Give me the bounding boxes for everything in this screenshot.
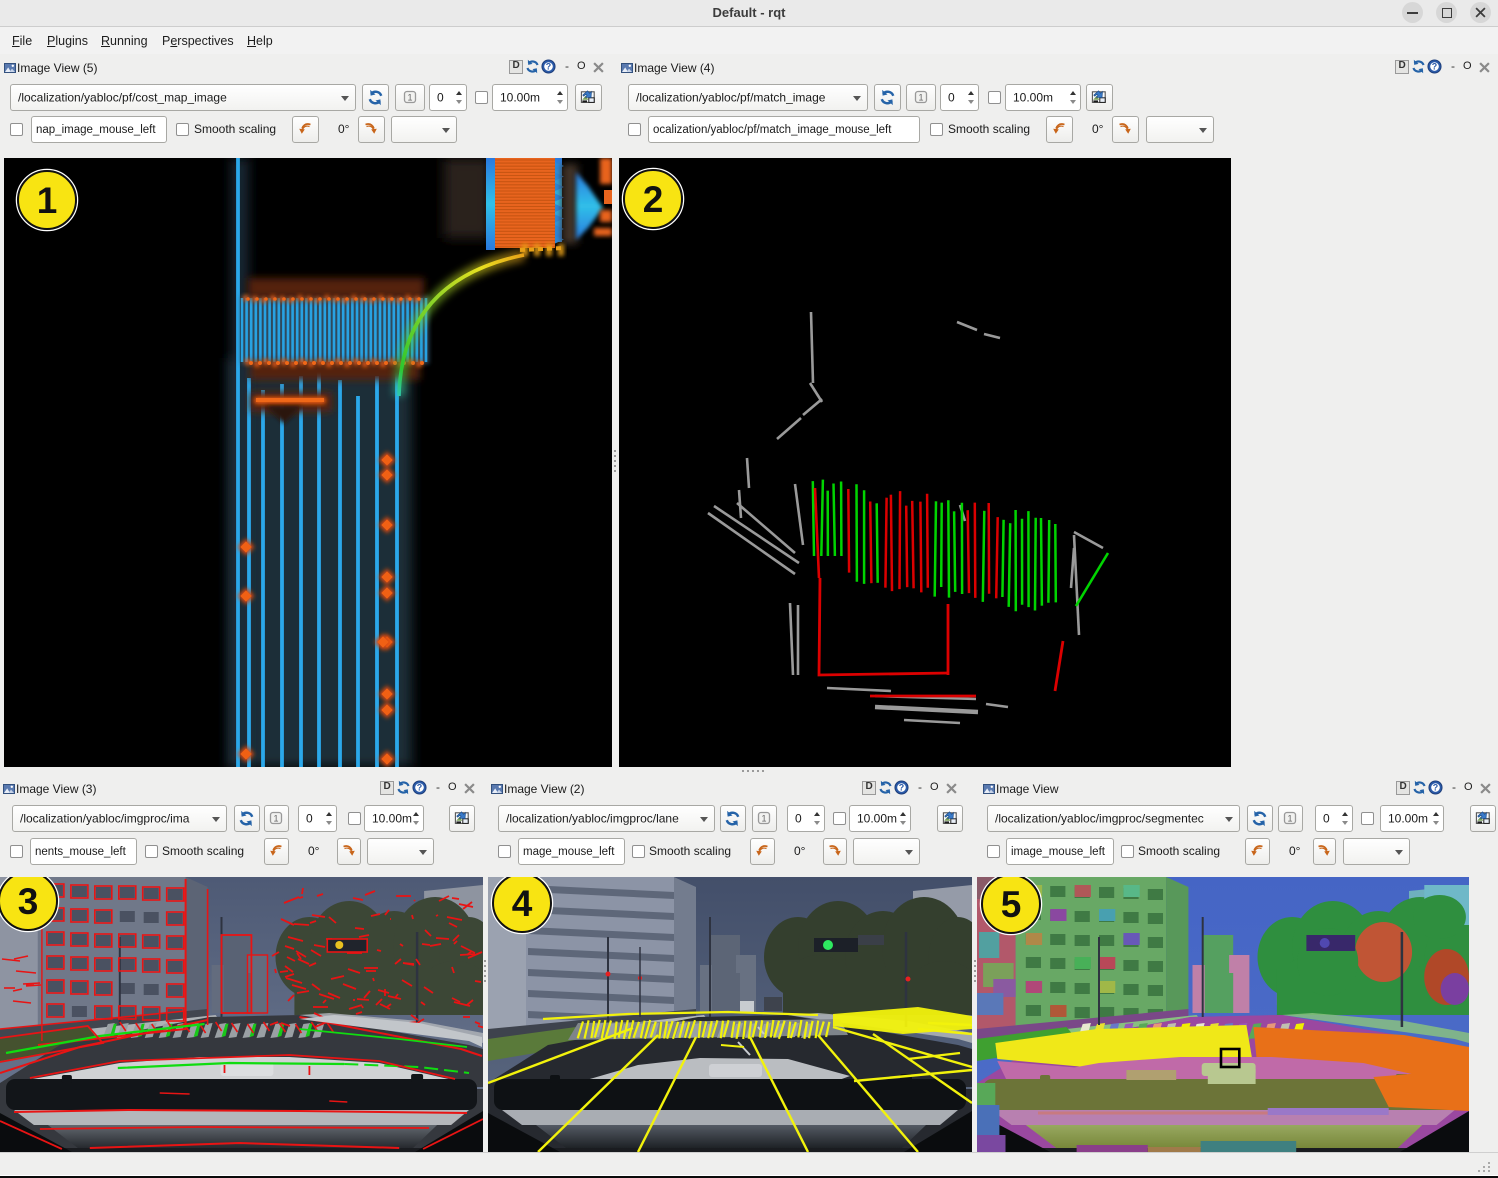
svg-text:?: ? xyxy=(417,783,422,793)
svg-text:1: 1 xyxy=(407,92,412,102)
svg-text:?: ? xyxy=(899,783,904,793)
svg-text:5: 5 xyxy=(1001,884,1022,925)
svg-text:?: ? xyxy=(1433,783,1438,793)
svg-text:1: 1 xyxy=(761,813,766,823)
svg-text:1: 1 xyxy=(37,180,58,221)
svg-text:1: 1 xyxy=(273,813,278,823)
svg-text:2: 2 xyxy=(643,179,664,220)
svg-text:4: 4 xyxy=(512,883,533,924)
svg-text:1: 1 xyxy=(1287,813,1292,823)
svg-text:?: ? xyxy=(1432,62,1437,72)
svg-text:3: 3 xyxy=(18,881,39,922)
svg-text:1: 1 xyxy=(918,92,923,102)
svg-text:?: ? xyxy=(546,62,551,72)
